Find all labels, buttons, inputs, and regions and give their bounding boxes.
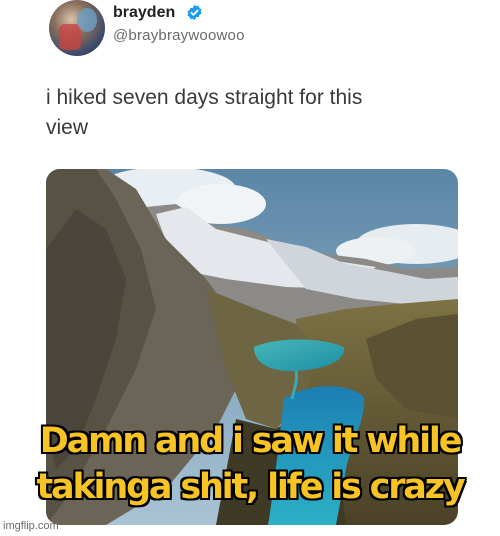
- tweet-handle[interactable]: @braybraywoowoo: [113, 27, 245, 44]
- tweet-text-line2: view: [46, 116, 89, 139]
- meme-caption: Damn and i saw it while takinga shit, li…: [0, 418, 500, 510]
- imgflip-watermark: imgflip.com: [3, 520, 59, 532]
- tweet-display-name[interactable]: brayden: [113, 4, 175, 22]
- tweet-text-line1: i hiked seven days straight for this: [46, 86, 363, 109]
- tweet-avatar[interactable]: [49, 0, 105, 56]
- tweet-text: i hiked seven days straight for this vie…: [46, 83, 446, 143]
- verified-badge-icon: [187, 4, 202, 21]
- meme-caption-line1: Damn and i saw it while: [39, 421, 463, 461]
- meme-caption-line2: takinga shit, life is crazy: [36, 467, 466, 507]
